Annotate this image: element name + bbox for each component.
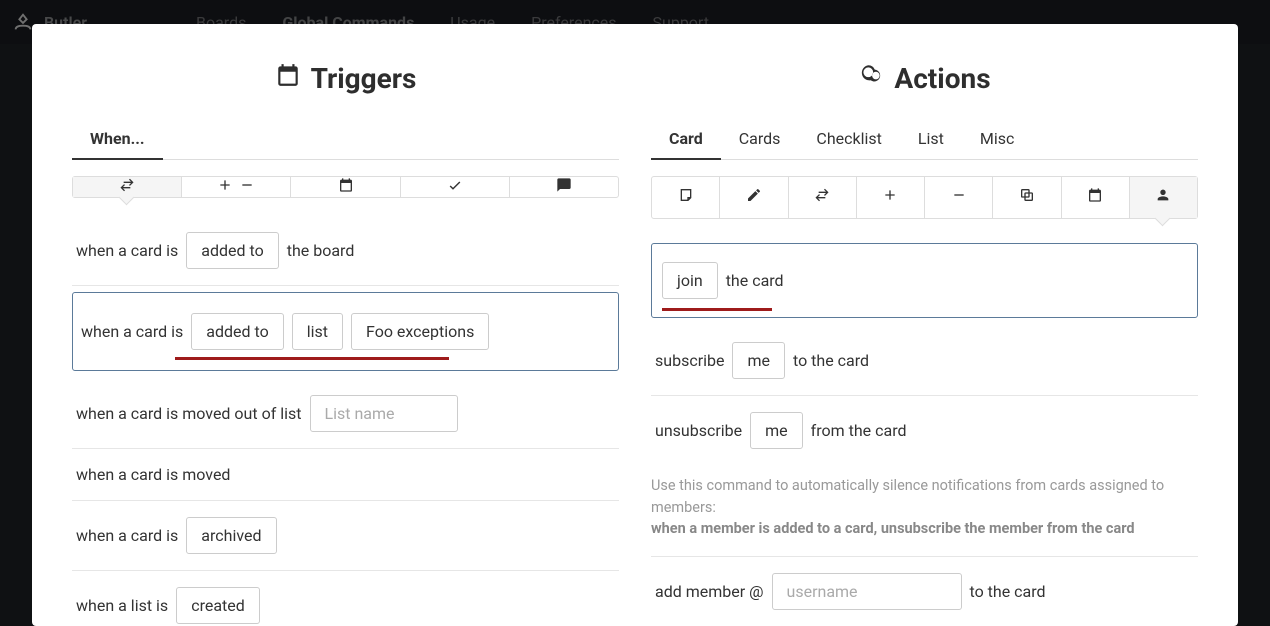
trigger-cat-move[interactable] [73, 177, 182, 197]
rule-text: the board [287, 241, 355, 260]
actions-title: Actions [651, 62, 1198, 95]
rule-text: from the card [811, 421, 907, 440]
trigger-rule[interactable]: when a card is moved out of list [72, 379, 619, 449]
check-icon [447, 177, 463, 197]
tab-cards[interactable]: Cards [721, 119, 799, 159]
rule-text: when a card is moved out of list [76, 404, 302, 423]
trigger-cat-add-remove[interactable] [182, 177, 291, 197]
action-cat-add[interactable] [857, 177, 925, 218]
calendar-icon [275, 62, 301, 95]
gears-icon [858, 62, 884, 95]
copy-icon [1019, 187, 1035, 207]
help-text: Use this command to automatically silenc… [651, 475, 1198, 540]
rule-text: the card [726, 271, 784, 290]
trigger-cat-comment[interactable] [510, 177, 618, 197]
list-name-input[interactable] [310, 395, 458, 432]
rule-chip-added-to[interactable]: added to [191, 313, 283, 350]
action-cat-move[interactable] [789, 177, 857, 218]
trigger-rule-selected[interactable]: when a card is added to list Foo excepti… [72, 292, 619, 371]
actions-title-text: Actions [894, 62, 990, 95]
command-builder-modal: Triggers When... [32, 24, 1238, 626]
tab-misc[interactable]: Misc [962, 119, 1033, 159]
action-rule[interactable]: unsubscribe me from the card [651, 396, 1198, 465]
trigger-rule[interactable]: when a list is created [72, 571, 619, 626]
rule-text: when a card is moved [76, 465, 230, 484]
triggers-panel: Triggers When... [72, 56, 619, 626]
rule-chip-added-to[interactable]: added to [186, 232, 278, 269]
actions-panel: Actions Card Cards Checklist List Misc [651, 56, 1198, 626]
action-rule-selected[interactable]: join the card [651, 243, 1198, 318]
help-intro: Use this command to automatically silenc… [651, 477, 1164, 516]
action-rule[interactable]: subscribe me to the card [651, 326, 1198, 396]
tab-when[interactable]: When... [72, 119, 163, 160]
triggers-tabs: When... [72, 119, 619, 160]
trigger-cat-check[interactable] [401, 177, 510, 197]
rule-chip-archived[interactable]: archived [186, 517, 276, 554]
tab-list[interactable]: List [900, 119, 962, 159]
rule-chip-join[interactable]: join [662, 262, 718, 299]
actions-category-toolbar [651, 176, 1198, 219]
action-cat-edit[interactable] [720, 177, 788, 218]
comment-icon [556, 177, 572, 197]
help-example: when a member is added to a card, unsubs… [651, 520, 1135, 537]
rule-text: when a card is [76, 241, 178, 260]
tab-checklist[interactable]: Checklist [798, 119, 899, 159]
user-icon [1155, 187, 1171, 207]
rule-text: add member @ [655, 582, 764, 601]
rule-chip-list-name[interactable]: Foo exceptions [351, 313, 489, 350]
rule-text: to the card [970, 582, 1046, 601]
rule-text: subscribe [655, 351, 724, 370]
calendar-icon [338, 177, 354, 197]
action-cat-copy[interactable] [993, 177, 1061, 218]
rule-chip-list[interactable]: list [292, 313, 343, 350]
plus-icon [217, 177, 233, 197]
sticky-note-icon [678, 187, 694, 207]
actions-tabs: Card Cards Checklist List Misc [651, 119, 1198, 160]
calendar-icon [1087, 187, 1103, 207]
rule-text: when a list is [76, 596, 168, 615]
plus-icon [882, 187, 898, 207]
action-cat-member[interactable] [1130, 177, 1197, 218]
rule-chip-created[interactable]: created [176, 587, 260, 624]
minus-icon [951, 187, 967, 207]
rule-chip-me[interactable]: me [732, 342, 785, 379]
edit-icon [746, 187, 762, 207]
emphasis-underline [662, 308, 772, 311]
action-cat-date[interactable] [1062, 177, 1130, 218]
triggers-category-toolbar [72, 176, 619, 198]
action-rule-add-member[interactable]: add member @ to the card [651, 557, 1198, 626]
trigger-rule[interactable]: when a card is moved [72, 449, 619, 501]
rule-text: unsubscribe [655, 421, 742, 440]
trigger-rule[interactable]: when a card is archived [72, 501, 619, 571]
exchange-icon [814, 187, 830, 207]
triggers-title-text: Triggers [311, 62, 417, 95]
action-cat-remove[interactable] [925, 177, 993, 218]
username-input[interactable] [772, 573, 962, 610]
trigger-rule[interactable]: when a card is added to the board [72, 216, 619, 286]
trigger-rules: when a card is added to the board when a… [72, 216, 619, 626]
emphasis-underline [175, 357, 449, 360]
action-rules: join the card subscribe me to the card u… [651, 237, 1198, 626]
action-cat-note[interactable] [652, 177, 720, 218]
rule-text: to the card [793, 351, 869, 370]
exchange-icon [119, 177, 135, 197]
triggers-title: Triggers [72, 62, 619, 95]
trigger-cat-date[interactable] [291, 177, 400, 197]
rule-text: when a card is [81, 322, 183, 341]
tab-card[interactable]: Card [651, 119, 721, 160]
minus-icon [239, 177, 255, 197]
rule-text: when a card is [76, 526, 178, 545]
rule-chip-me[interactable]: me [750, 412, 803, 449]
